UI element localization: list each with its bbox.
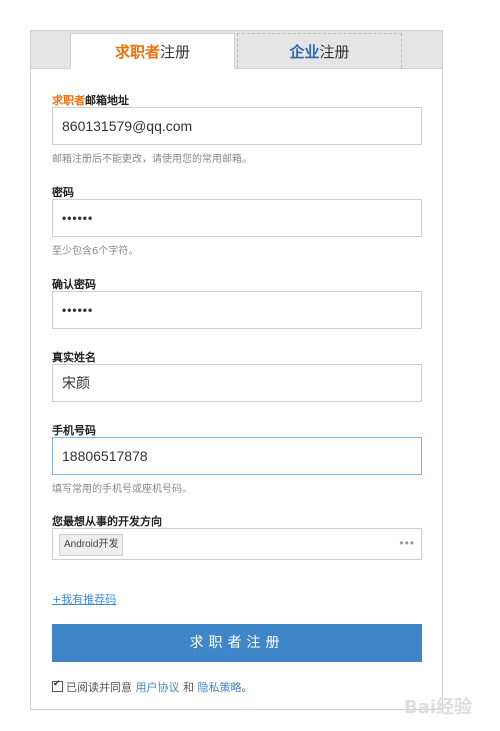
- agree-prefix: 已阅读并同意: [66, 681, 132, 694]
- direction-tag[interactable]: Android开发: [59, 534, 124, 556]
- register-button[interactable]: 求职者注册: [52, 624, 422, 662]
- realname-label: 真实姓名: [52, 351, 96, 364]
- email-hint: 邮箱注册后不能更改，请使用您的常用邮箱。: [52, 154, 252, 165]
- registration-panel: 求职者注册 企业注册 求职者邮箱地址 860131579@qq.com 邮箱注册…: [30, 30, 443, 710]
- phone-field[interactable]: 18806517878: [52, 437, 422, 475]
- watermark: Bai经验: [403, 697, 472, 718]
- agree-checkbox[interactable]: [52, 679, 63, 692]
- tab-seeker-highlight: 求职者: [114, 43, 160, 61]
- tab-seeker-register[interactable]: 求职者注册: [70, 33, 235, 69]
- tab-company-highlight: 企业: [289, 43, 320, 61]
- email-label-text: 邮箱地址: [85, 94, 129, 107]
- tab-seeker-suffix: 注册: [160, 43, 191, 61]
- agreement-row: 已阅读并同意 用户协议 和 隐私策略。: [52, 679, 253, 695]
- confirm-password-label: 确认密码: [52, 278, 96, 291]
- user-agreement-link[interactable]: 用户协议: [136, 681, 180, 694]
- direction-label: 您最想从事的开发方向: [52, 515, 162, 528]
- password-field[interactable]: ••••••: [52, 199, 422, 237]
- phone-label: 手机号码: [52, 424, 96, 437]
- password-hint: 至少包含6个字符。: [52, 246, 139, 257]
- email-field[interactable]: 860131579@qq.com: [52, 107, 422, 145]
- referral-code-link[interactable]: +我有推荐码: [52, 591, 116, 607]
- tab-company-register[interactable]: 企业注册: [237, 33, 402, 68]
- password-label: 密码: [52, 186, 74, 199]
- agree-and: 和: [183, 681, 194, 694]
- email-label: 求职者邮箱地址: [52, 92, 129, 108]
- email-label-highlight: 求职者: [52, 94, 85, 107]
- direction-select[interactable]: Android开发 •••: [52, 528, 422, 560]
- confirm-password-field[interactable]: ••••••: [52, 291, 422, 329]
- phone-hint: 填写常用的手机号或座机号码。: [52, 484, 192, 495]
- agree-end: 。: [241, 681, 253, 694]
- realname-field[interactable]: 宋颜: [52, 364, 422, 402]
- tab-bar: 求职者注册 企业注册: [31, 31, 442, 69]
- privacy-policy-link[interactable]: 隐私策略: [198, 681, 242, 694]
- more-options-icon[interactable]: •••: [399, 529, 415, 557]
- tab-company-suffix: 注册: [319, 43, 350, 61]
